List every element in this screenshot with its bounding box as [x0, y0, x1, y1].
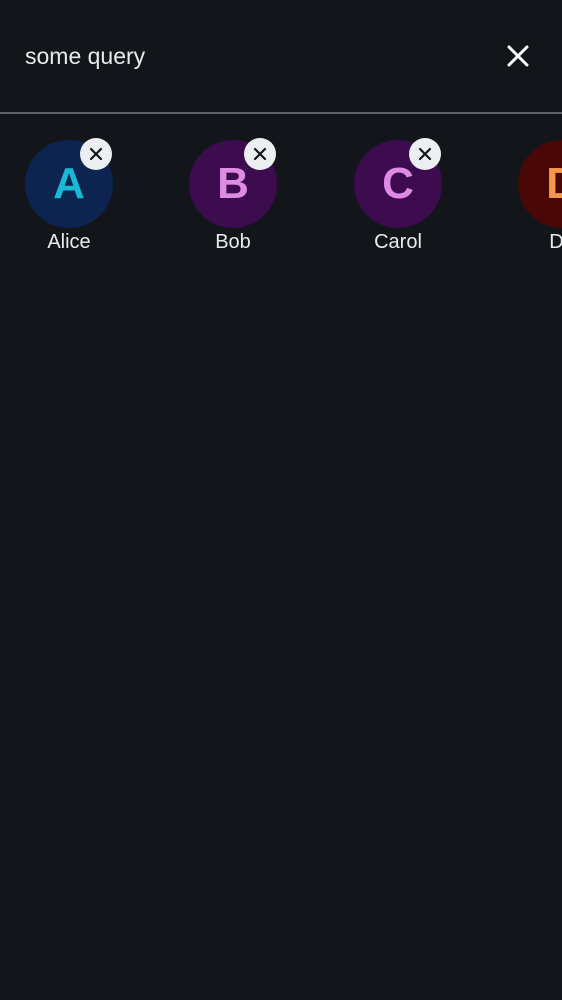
close-icon — [507, 45, 529, 67]
contact-name: Bob — [215, 231, 251, 253]
avatar-initial: B — [217, 159, 249, 208]
contact-chip-d[interactable]: D Da — [502, 114, 562, 264]
contact-chip-alice[interactable]: A Alice — [9, 114, 129, 264]
remove-contact-button[interactable] — [244, 138, 276, 170]
clear-search-button[interactable] — [498, 36, 538, 76]
remove-contact-button[interactable] — [409, 138, 441, 170]
remove-contact-button[interactable] — [80, 138, 112, 170]
contact-name: Da — [549, 231, 562, 253]
app-screen: A Alice B Bob C — [0, 0, 562, 1000]
selected-contacts-row: A Alice B Bob C Carol D — [0, 114, 562, 274]
avatar-initial: D — [546, 159, 562, 209]
contact-chip-carol[interactable]: C Carol — [338, 114, 458, 264]
search-bar — [0, 0, 562, 112]
avatar-initial: C — [382, 159, 414, 208]
avatar-initial: A — [53, 159, 85, 208]
contact-name: Alice — [47, 231, 91, 253]
close-icon — [253, 147, 267, 161]
close-icon — [89, 147, 103, 161]
avatar: D — [518, 140, 562, 228]
search-input[interactable] — [25, 36, 465, 76]
results-area — [0, 274, 562, 1000]
close-icon — [418, 147, 432, 161]
contact-chip-bob[interactable]: B Bob — [173, 114, 293, 264]
contact-name: Carol — [374, 231, 422, 253]
